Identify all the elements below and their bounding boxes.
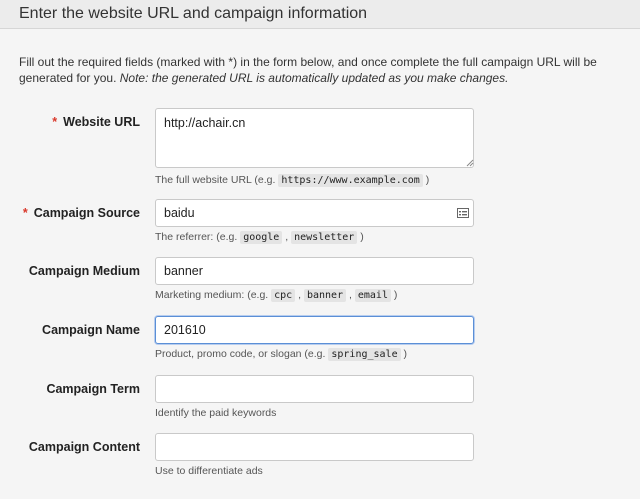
intro-text: Fill out the required fields (marked wit… bbox=[19, 54, 619, 86]
list-card-icon[interactable] bbox=[457, 208, 469, 218]
campaign-term-input[interactable] bbox=[155, 375, 474, 403]
website-url-help: The full website URL (e.g. https://www.e… bbox=[155, 174, 430, 187]
example-code: https://www.example.com bbox=[278, 174, 423, 187]
campaign-term-help: Identify the paid keywords bbox=[155, 407, 277, 419]
example-code: banner bbox=[303, 289, 347, 302]
campaign-medium-help: Marketing medium: (e.g. cpc , banner , e… bbox=[155, 289, 398, 302]
campaign-name-label: Campaign Name bbox=[42, 323, 140, 337]
website-url-label: * Website URL bbox=[52, 115, 140, 129]
campaign-term-label: Campaign Term bbox=[46, 382, 140, 396]
campaign-content-label: Campaign Content bbox=[28, 440, 140, 454]
example-code: cpc bbox=[271, 289, 296, 302]
campaign-content-input[interactable] bbox=[155, 433, 474, 461]
campaign-source-label: * Campaign Source bbox=[22, 206, 140, 220]
website-url-input[interactable]: http://achair.cn bbox=[155, 108, 474, 168]
example-code: email bbox=[354, 289, 391, 302]
campaign-source-help: The referrer: (e.g. google , newsletter … bbox=[155, 231, 364, 244]
campaign-medium-label: Campaign Medium bbox=[28, 264, 140, 278]
section-title: Enter the website URL and campaign infor… bbox=[19, 5, 368, 22]
example-code: newsletter bbox=[291, 231, 358, 244]
campaign-content-help: Use to differentiate ads bbox=[155, 465, 263, 477]
campaign-name-help: Product, promo code, or slogan (e.g. spr… bbox=[155, 348, 408, 361]
campaign-source-input[interactable] bbox=[155, 199, 474, 227]
example-code: spring_sale bbox=[328, 348, 401, 361]
campaign-name-input[interactable] bbox=[155, 316, 474, 344]
intro-note: Note: the generated URL is automatically… bbox=[119, 71, 509, 85]
resize-grip-icon[interactable] bbox=[466, 159, 474, 167]
section-header: Enter the website URL and campaign infor… bbox=[0, 0, 640, 29]
required-marker: * bbox=[22, 206, 28, 220]
required-marker: * bbox=[52, 115, 58, 129]
campaign-medium-input[interactable] bbox=[155, 257, 474, 285]
example-code: google bbox=[240, 231, 283, 244]
